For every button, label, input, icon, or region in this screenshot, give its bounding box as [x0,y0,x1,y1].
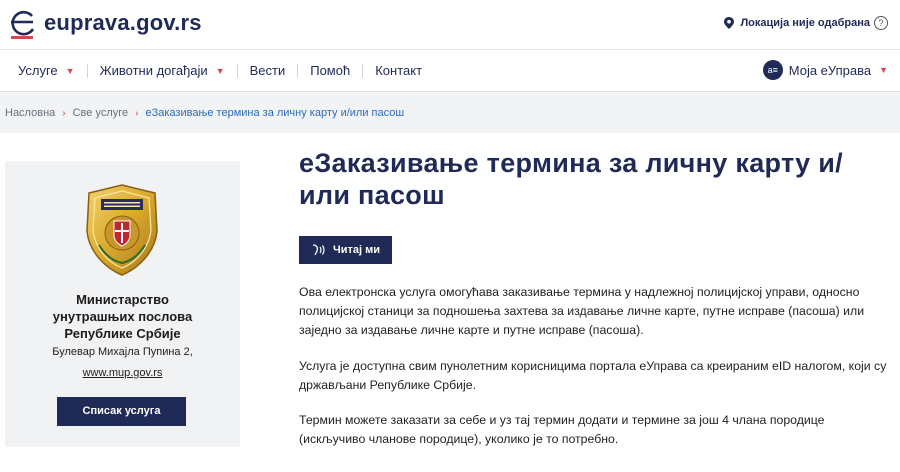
nav-item-label: Услуге [18,63,58,78]
chevron-down-icon: ▼ [65,65,75,76]
account-menu[interactable]: a≡ Моја еУправа ▼ [762,60,888,80]
breadcrumb-current: еЗаказивање термина за личну карту и/или… [145,107,405,119]
institution-website-link[interactable]: www.mup.gov.rs [83,367,163,379]
read-aloud-label: Читај ми [333,244,381,256]
breadcrumb-home[interactable]: Насловна [5,107,55,119]
speaker-icon [312,244,325,256]
user-avatar-icon: a≡ [762,60,783,80]
nav-item-contact[interactable]: Контакт [375,63,422,78]
description-paragraph: Термин можете заказати за себе и уз тај … [299,413,825,446]
page-title: еЗаказивање термина за личну карту и/ ил… [299,147,889,211]
institution-name-line: Министарство [76,292,169,307]
page-title-line: еЗаказивање термина за личну карту и/ [299,148,843,178]
site-logo[interactable]: euprava.gov.rs [6,4,202,42]
nav-divider [236,63,238,78]
chevron-right-icon: › [135,107,139,119]
nav-divider [362,63,364,78]
location-label: Локација није одабрана [740,17,870,29]
chevron-right-icon: › [62,107,66,119]
main-navigation: Услуге ▼ Животни догађаји ▼ Вести Помоћ … [0,50,900,92]
breadcrumb-bar: Насловна › Све услуге › еЗаказивање терм… [0,93,900,133]
nav-item-label: Помоћ [310,63,351,78]
institution-name-line: унутрашњих послова [52,309,193,324]
map-pin-icon [724,17,735,29]
nav-item-help[interactable]: Помоћ [310,63,350,78]
nav-item-news[interactable]: Вести [250,63,286,78]
breadcrumb: Насловна › Све услуге › еЗаказивање терм… [5,107,404,119]
nav-divider [297,63,299,78]
nav-item-life-events[interactable]: Животни догађаји ▼ [100,63,225,78]
services-list-button[interactable]: Списак услуга [57,397,186,426]
description-paragraph: Услуга је доступна свим пунолетним корис… [299,359,887,392]
account-label: Моја еУправа [788,62,872,78]
institution-name-line: Републике Србије [64,326,181,341]
question-circle-icon[interactable]: ? [874,16,888,30]
nav-item-label: Животни догађаји [99,63,208,78]
nav-item-label: Вести [249,63,286,78]
location-selector[interactable]: Локација није одабрана ? [724,16,888,30]
nav-item-label: Контакт [375,63,423,78]
chevron-down-icon: ▼ [879,65,888,75]
page-title-line: или пасош [299,180,445,210]
nav-item-services[interactable]: Услуге ▼ [18,63,75,78]
chevron-down-icon: ▼ [215,65,225,76]
institution-name: Министарство унутрашњих послова Републик… [5,291,240,342]
euprava-logo-icon [11,10,35,39]
ministry-emblem [86,184,158,276]
nav-divider [86,63,88,78]
top-bar: euprava.gov.rs Локација није одабрана ? [0,0,900,50]
logo-text: euprava.gov.rs [44,10,202,35]
breadcrumb-all-services[interactable]: Све услуге [73,107,129,119]
read-aloud-button[interactable]: Читај ми [299,236,392,264]
institution-website-row: www.mup.gov.rs [5,367,240,379]
institution-card: Министарство унутрашњих послова Републик… [5,161,240,447]
description-paragraph: Ова електронска услуга омогућава заказив… [299,285,865,337]
institution-address: Булевар Михајла Пупина 2, [52,346,193,358]
